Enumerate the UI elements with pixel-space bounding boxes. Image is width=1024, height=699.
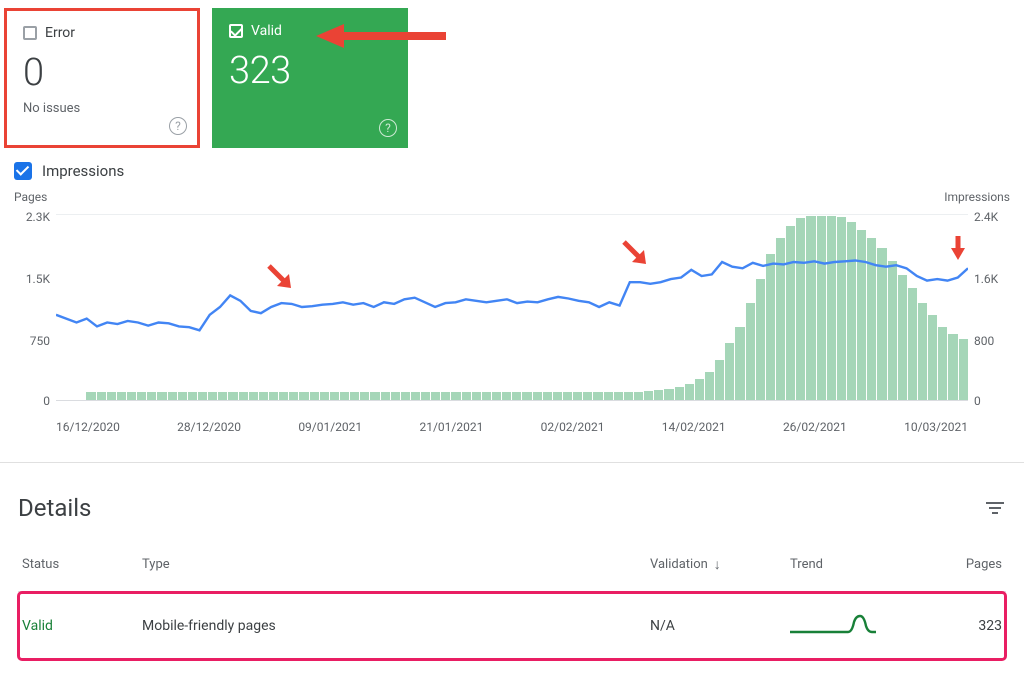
filter-icon[interactable] — [984, 497, 1006, 519]
x-tick: 14/02/2021 — [662, 420, 726, 434]
col-type[interactable]: Type — [138, 550, 646, 592]
cell-pages: 323 — [926, 592, 1006, 661]
annotation-arrow-icon — [944, 234, 970, 260]
annotation-arrow-icon — [622, 240, 648, 266]
error-count: 0 — [23, 51, 181, 95]
help-icon[interactable]: ? — [379, 119, 397, 137]
table-header-row: Status Type Validation ↓ Trend Pages — [18, 550, 1006, 592]
x-tick: 02/02/2021 — [541, 420, 605, 434]
details-table: Status Type Validation ↓ Trend Pages Val… — [18, 550, 1006, 660]
y-axis-left-label: Pages — [14, 190, 47, 204]
y-right-tick: 0 — [974, 394, 1010, 408]
x-tick: 21/01/2021 — [419, 420, 483, 434]
y-right-tick: 1.6K — [974, 272, 1010, 286]
cell-type: Mobile-friendly pages — [138, 592, 646, 661]
x-tick: 09/01/2021 — [298, 420, 362, 434]
details-title: Details — [18, 494, 91, 522]
y-right-tick: 800 — [974, 334, 1010, 348]
y-left-tick: 1.5K — [14, 272, 50, 286]
checkbox-checked-icon — [229, 24, 243, 38]
annotation-arrow-icon — [267, 264, 293, 290]
y-axis-right-label: Impressions — [944, 190, 1010, 204]
y-left-tick: 750 — [14, 334, 50, 348]
col-validation-label: Validation — [650, 557, 708, 572]
cell-status: Valid — [18, 592, 138, 661]
cell-trend — [786, 592, 926, 661]
error-sub: No issues — [23, 101, 181, 116]
col-pages[interactable]: Pages — [926, 550, 1006, 592]
x-tick: 26/02/2021 — [783, 420, 847, 434]
x-tick: 28/12/2020 — [177, 420, 241, 434]
impressions-label: Impressions — [42, 162, 124, 180]
x-tick: 16/12/2020 — [56, 420, 120, 434]
divider — [0, 462, 1024, 474]
valid-count: 323 — [229, 49, 391, 93]
col-validation[interactable]: Validation ↓ — [646, 550, 786, 592]
annotation-arrow-icon — [316, 22, 446, 50]
error-card[interactable]: Error 0 No issues ? — [4, 8, 200, 148]
col-trend[interactable]: Trend — [786, 550, 926, 592]
line-series — [56, 214, 968, 400]
table-row[interactable]: Valid Mobile-friendly pages N/A 323 — [18, 592, 1006, 661]
impressions-toggle[interactable]: Impressions — [0, 156, 1024, 186]
sparkline-icon — [790, 612, 876, 636]
help-icon[interactable]: ? — [169, 117, 187, 135]
details-section: Details Status Type Validation ↓ Trend P… — [0, 474, 1024, 684]
y-left-tick: 2.3K — [14, 210, 50, 224]
y-left-tick: 0 — [14, 394, 50, 408]
valid-label: Valid — [251, 23, 282, 39]
sort-descending-icon: ↓ — [714, 556, 721, 573]
x-axis-ticks: 16/12/2020 28/12/2020 09/01/2021 21/01/2… — [56, 420, 968, 434]
chart: Pages Impressions 2.3K 1.5K 750 0 2.4K 1… — [0, 186, 1024, 462]
axis-baseline — [56, 400, 968, 401]
error-label: Error — [45, 25, 75, 41]
y-right-tick: 2.4K — [974, 210, 1010, 224]
checkbox-unchecked-icon — [23, 26, 37, 40]
checkbox-checked-icon — [14, 162, 32, 180]
error-card-label: Error — [23, 25, 181, 41]
status-cards: Error 0 No issues ? Valid 323 ? — [0, 0, 1024, 156]
x-tick: 10/03/2021 — [904, 420, 968, 434]
cell-validation: N/A — [646, 592, 786, 661]
col-status[interactable]: Status — [18, 550, 138, 592]
